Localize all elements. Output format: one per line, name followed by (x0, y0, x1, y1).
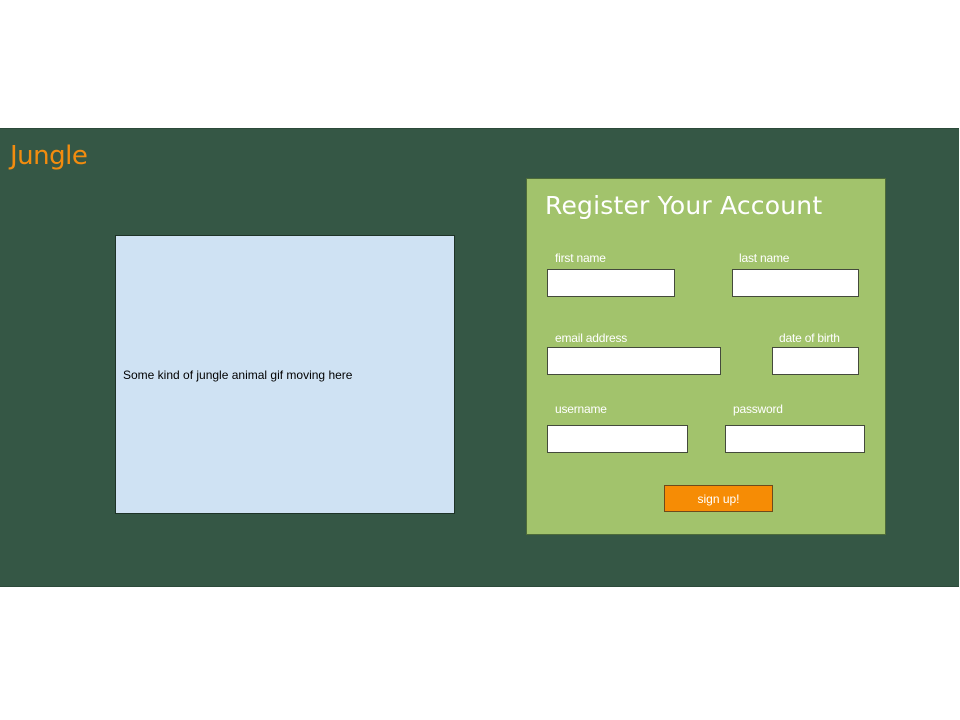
date-of-birth-input[interactable] (772, 347, 859, 375)
username-input[interactable] (547, 425, 688, 453)
register-form-title: Register Your Account (545, 191, 823, 220)
brand-title: Jungle (10, 141, 88, 171)
first-name-input[interactable] (547, 269, 675, 297)
animal-gif-placeholder: Some kind of jungle animal gif moving he… (115, 235, 455, 514)
register-form-panel: Register Your Account first name last na… (526, 178, 886, 535)
username-label: username (555, 402, 607, 416)
first-name-label: first name (555, 251, 606, 265)
email-address-label: email address (555, 331, 628, 345)
page-canvas: Jungle Some kind of jungle animal gif mo… (0, 0, 960, 720)
password-input[interactable] (725, 425, 865, 453)
password-label: password (733, 402, 783, 416)
sign-up-button[interactable]: sign up! (664, 485, 773, 512)
date-of-birth-label: date of birth (779, 331, 840, 345)
last-name-label: last name (739, 251, 790, 265)
app-banner: Jungle Some kind of jungle animal gif mo… (0, 128, 959, 587)
email-address-input[interactable] (547, 347, 721, 375)
last-name-input[interactable] (732, 269, 859, 297)
gif-placeholder-text: Some kind of jungle animal gif moving he… (123, 368, 353, 382)
